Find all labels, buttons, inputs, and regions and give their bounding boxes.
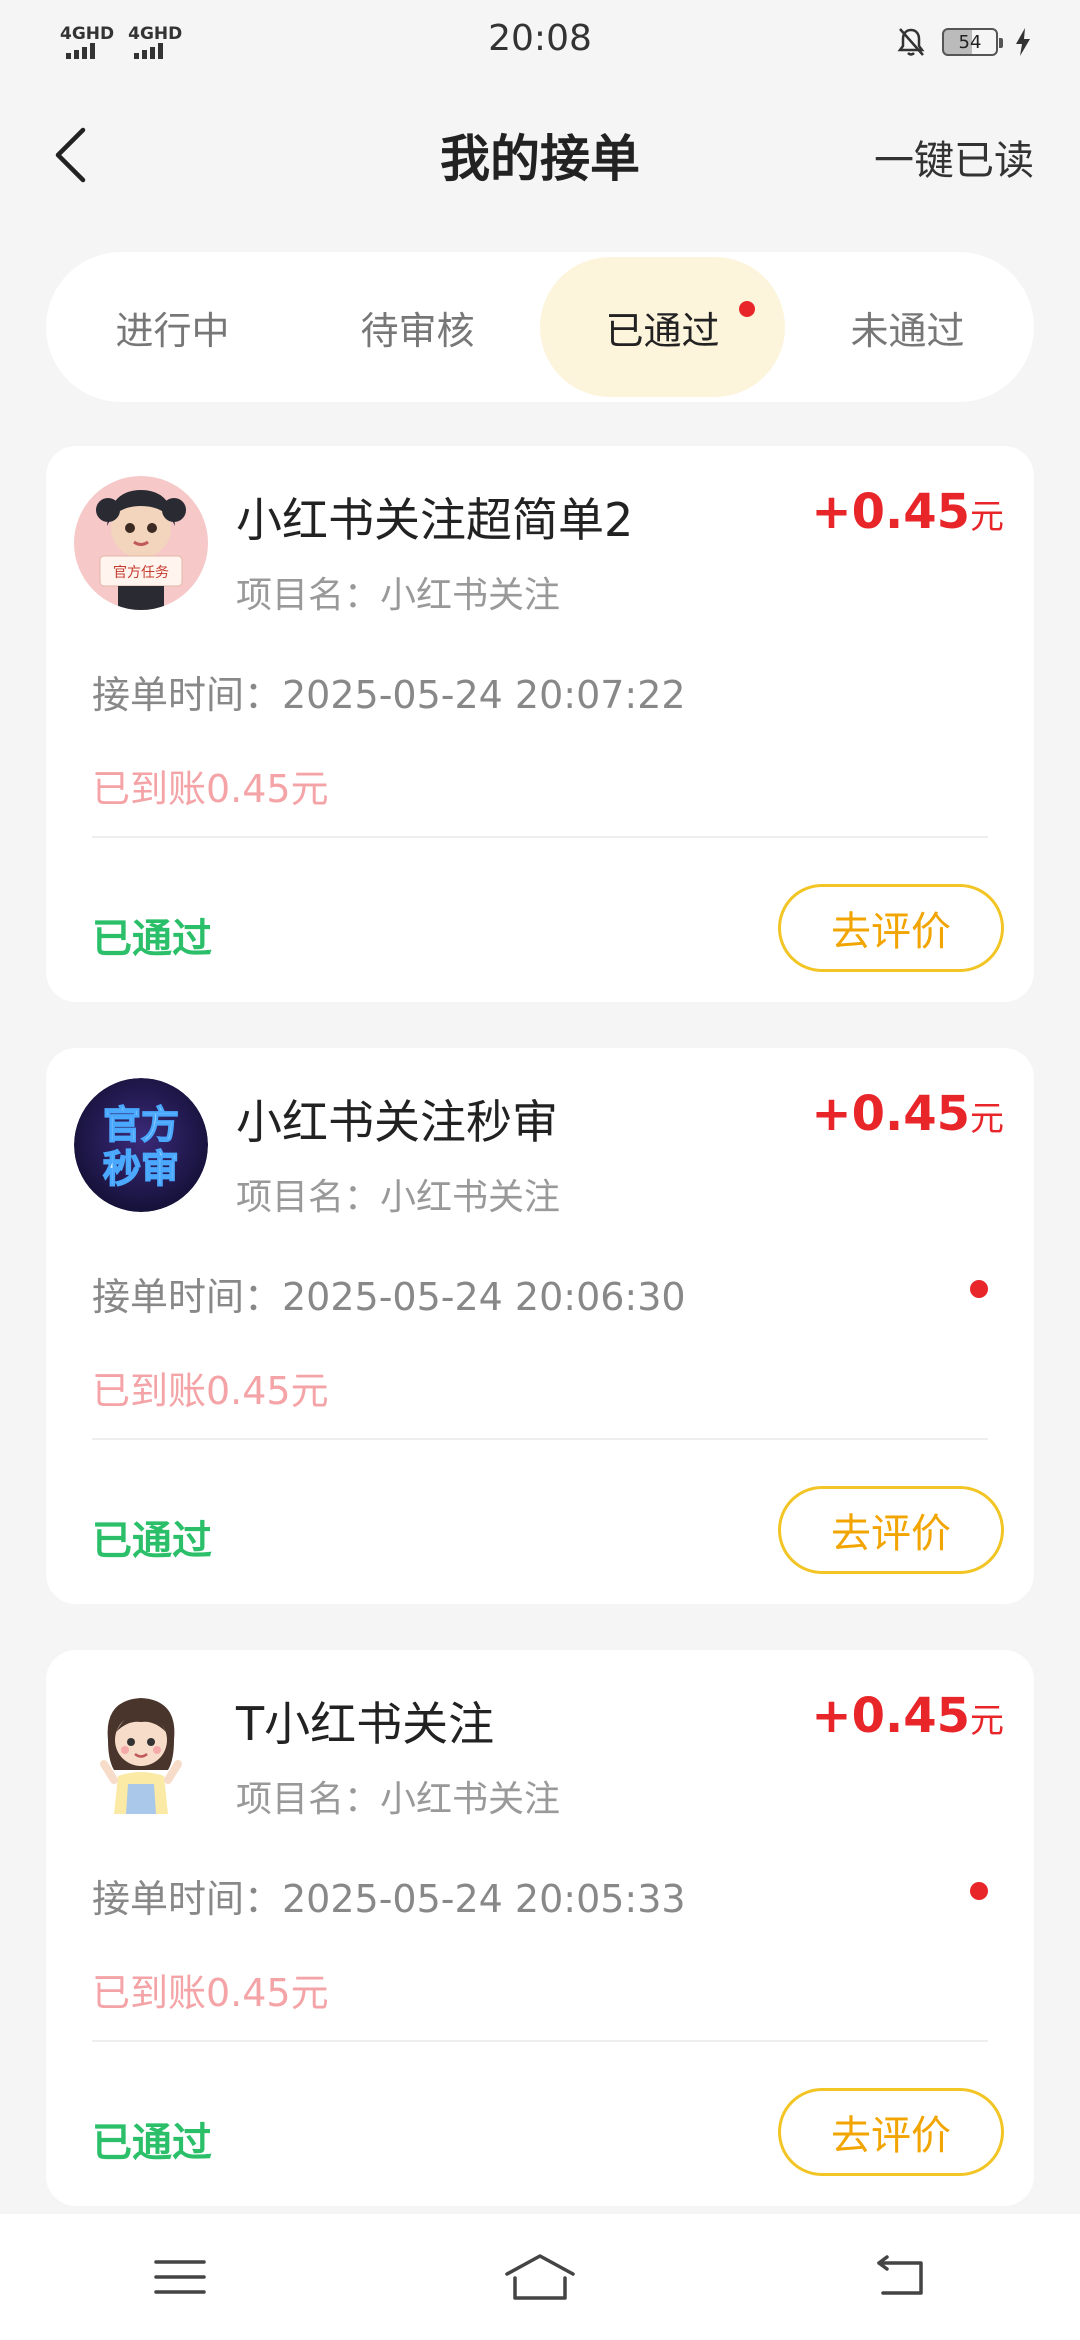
reward-amount: +0.45元 — [811, 1086, 1004, 1142]
back-icon — [877, 2255, 923, 2295]
project-name: 项目名：小红书关注 — [236, 575, 561, 616]
credited-amount: 已到账0.45元 — [92, 767, 329, 811]
tab-in-progress[interactable]: 进行中 — [50, 257, 295, 397]
reward-unit: 元 — [970, 1099, 1004, 1139]
system-navbar — [0, 2214, 1080, 2340]
credited-amount: 已到账0.45元 — [92, 1369, 329, 1413]
review-button[interactable]: 去评价 — [778, 1486, 1004, 1574]
reward-unit: 元 — [970, 497, 1004, 537]
avatar: 官方任务 — [74, 476, 208, 610]
order-time: 接单时间：2025-05-24 20:07:22 — [92, 673, 686, 717]
order-time: 接单时间：2025-05-24 20:06:30 — [92, 1275, 686, 1319]
menu-icon — [154, 2260, 206, 2294]
battery-level: 54 — [958, 31, 982, 53]
unread-dot — [970, 1882, 988, 1900]
status-badge: 已通过 — [92, 916, 212, 962]
avatar-caption: 官方任务 — [113, 565, 169, 581]
page-title: 我的接单 — [440, 130, 640, 188]
chevron-left-icon — [55, 127, 86, 183]
tab-approved[interactable]: 已通过 — [540, 257, 785, 397]
mark-all-read-button[interactable]: 一键已读 — [874, 128, 1034, 186]
order-time: 接单时间：2025-05-24 20:05:33 — [92, 1877, 686, 1921]
avatar-text-line1: 官方 — [103, 1103, 179, 1147]
tab-label: 未通过 — [850, 308, 965, 353]
order-title: 小红书关注秒审 — [236, 1095, 558, 1149]
home-icon — [505, 2254, 575, 2300]
credited-amount: 已到账0.45元 — [92, 1971, 329, 2015]
review-button[interactable]: 去评价 — [778, 2088, 1004, 2176]
order-title: 小红书关注超简单2 — [236, 493, 634, 547]
tab-label: 待审核 — [360, 308, 475, 353]
reward-value: +0.45 — [811, 484, 970, 540]
tab-pending-review[interactable]: 待审核 — [295, 257, 540, 397]
divider — [92, 1438, 988, 1440]
avatar — [74, 1680, 208, 1814]
reward-amount: +0.45元 — [811, 1688, 1004, 1744]
review-button[interactable]: 去评价 — [778, 884, 1004, 972]
status-badge: 已通过 — [92, 2120, 212, 2166]
order-title: T小红书关注 — [236, 1697, 495, 1751]
reward-value: +0.45 — [811, 1688, 970, 1744]
menu-button[interactable] — [120, 2232, 240, 2322]
reward-unit: 元 — [970, 1701, 1004, 1741]
divider — [92, 2040, 988, 2042]
status-tabs: 进行中 待审核 已通过 未通过 — [46, 252, 1034, 402]
battery-icon: 54 — [942, 28, 1003, 56]
order-card[interactable]: T小红书关注 +0.45元 项目名：小红书关注 接单时间：2025-05-24 … — [46, 1650, 1034, 2206]
back-nav-button[interactable] — [840, 2232, 960, 2322]
clock: 20:08 — [488, 18, 592, 59]
back-button[interactable] — [40, 122, 100, 188]
avatar-text-line2: 秒审 — [103, 1147, 179, 1191]
project-name: 项目名：小红书关注 — [236, 1779, 561, 1820]
unread-dot — [970, 1280, 988, 1298]
status-badge: 已通过 — [92, 1518, 212, 1564]
project-name: 项目名：小红书关注 — [236, 1177, 561, 1218]
reward-value: +0.45 — [811, 1086, 970, 1142]
header: 我的接单 一键已读 — [0, 100, 1080, 210]
status-bar: 4GHD 4GHD 20:08 54 — [0, 0, 1080, 84]
home-button[interactable] — [480, 2232, 600, 2322]
notification-dot — [739, 301, 755, 317]
tab-rejected[interactable]: 未通过 — [785, 257, 1030, 397]
order-card[interactable]: 官方 秒审 小红书关注秒审 +0.45元 项目名：小红书关注 接单时间：2025… — [46, 1048, 1034, 1604]
tab-label: 已通过 — [605, 308, 720, 353]
order-card[interactable]: 官方任务 小红书关注超简单2 +0.45元 项目名：小红书关注 接单时间：202… — [46, 446, 1034, 1002]
tab-label: 进行中 — [115, 308, 230, 353]
avatar: 官方 秒审 — [74, 1078, 208, 1212]
divider — [92, 836, 988, 838]
reward-amount: +0.45元 — [811, 484, 1004, 540]
